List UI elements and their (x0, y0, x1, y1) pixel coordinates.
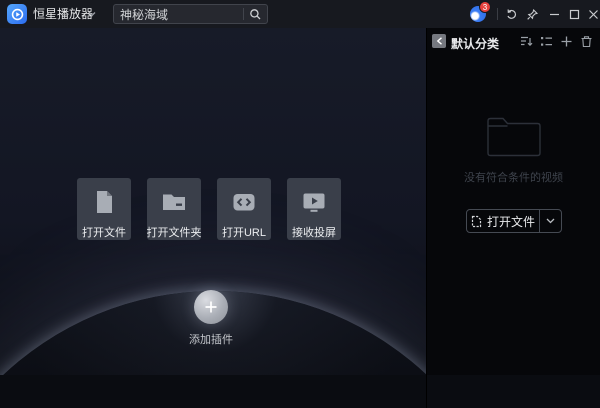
app-title: 恒星播放器 (33, 0, 93, 28)
panel-divider (426, 375, 427, 408)
app-menu-chevron-down-icon[interactable] (88, 11, 96, 17)
add-plugin-label: 添加插件 (151, 331, 271, 347)
category-title: 默认分类 (451, 35, 499, 52)
close-button[interactable] (586, 7, 600, 21)
maximize-button[interactable] (567, 7, 581, 21)
minimize-button[interactable] (547, 7, 561, 21)
chevron-down-icon (546, 218, 555, 224)
notification-badge: 3 (479, 1, 491, 13)
titlebar: 恒星播放器 3 (0, 0, 600, 28)
sort-icon[interactable] (519, 34, 533, 48)
tile-label: 打开文件 (82, 224, 126, 240)
open-file-action[interactable]: 打开文件 (467, 210, 539, 232)
file-outline-icon (471, 215, 482, 228)
plus-icon (204, 300, 218, 314)
open-file-tile[interactable]: 打开文件 (77, 178, 131, 240)
search-input[interactable] (114, 7, 243, 21)
tile-label: 接收投屏 (292, 224, 336, 240)
tile-label: 打开文件夹 (147, 224, 202, 240)
open-file-label: 打开文件 (487, 213, 535, 230)
control-bar (0, 375, 600, 408)
titlebar-separator (497, 8, 498, 20)
main-stage: 打开文件 打开文件夹 打开URL (0, 28, 426, 375)
open-url-tile[interactable]: 打开URL (217, 178, 271, 240)
top-search-box[interactable] (113, 4, 268, 24)
playlist-sidebar: 默认分类 (426, 28, 600, 375)
tile-label: 打开URL (222, 224, 266, 240)
quick-actions: 打开文件 打开文件夹 打开URL (77, 178, 341, 240)
cast-receive-icon (301, 189, 327, 215)
receive-cast-tile[interactable]: 接收投屏 (287, 178, 341, 240)
add-icon[interactable] (559, 34, 573, 48)
empty-state-text: 没有符合条件的视频 (427, 169, 600, 185)
add-plugin-button[interactable] (194, 290, 228, 324)
pin-icon[interactable] (525, 7, 539, 21)
folder-icon (161, 189, 187, 215)
back-button[interactable] (432, 34, 446, 48)
chevron-left-icon (436, 37, 443, 45)
search-icon[interactable] (244, 8, 267, 20)
file-icon (92, 189, 116, 215)
open-file-split-button[interactable]: 打开文件 (466, 209, 562, 233)
url-icon (231, 189, 257, 215)
empty-state: 没有符合条件的视频 (427, 116, 600, 185)
open-file-dropdown[interactable] (540, 210, 561, 232)
sidebar-header: 默认分类 (427, 34, 600, 50)
sync-icon[interactable] (504, 7, 518, 21)
open-folder-tile[interactable]: 打开文件夹 (147, 178, 201, 240)
app-logo-icon[interactable] (7, 4, 27, 24)
sidebar-tools (519, 34, 593, 48)
trash-icon[interactable] (579, 34, 593, 48)
player-window: 恒星播放器 3 (0, 0, 600, 408)
view-mode-icon[interactable] (539, 34, 553, 48)
empty-folder-icon (486, 116, 542, 158)
